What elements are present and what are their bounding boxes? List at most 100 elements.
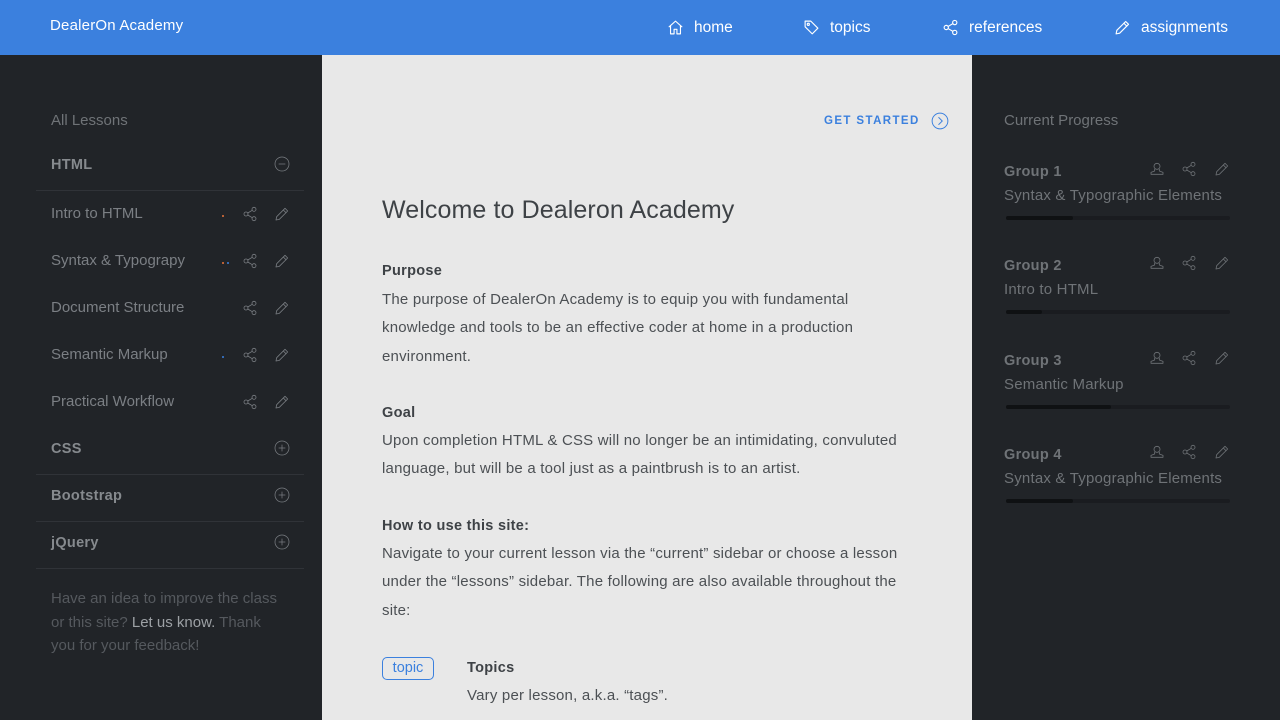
- nav-assignments[interactable]: assignments: [1114, 0, 1228, 55]
- purpose-text: The purpose of DealerOn Academy is to eq…: [382, 291, 854, 365]
- group-current-lesson: Syntax & Typographic Elements: [1004, 187, 1223, 204]
- pencil-icon[interactable]: [274, 206, 290, 222]
- share-icon: [942, 19, 959, 36]
- group-name: Group 3: [1004, 353, 1062, 369]
- section-title: Bootstrap: [51, 488, 123, 504]
- group-current-lesson: Semantic Markup: [1004, 376, 1124, 393]
- group-current-lesson: Syntax & Typographic Elements: [1004, 470, 1223, 487]
- progress-title: Current Progress: [1004, 112, 1119, 129]
- goal-heading: Goal: [382, 405, 416, 421]
- topic-dot: [222, 262, 224, 264]
- feedback-note: Have an idea to improve the class or thi…: [51, 587, 281, 658]
- progress-fill: [1006, 499, 1074, 503]
- pencil-icon[interactable]: [274, 394, 290, 410]
- share-icon[interactable]: [1181, 161, 1197, 177]
- lesson-item[interactable]: Semantic Markup: [51, 333, 304, 380]
- topic-tag[interactable]: topic: [382, 657, 434, 680]
- topics-text: Vary per lesson, a.k.a. “tags”.: [467, 687, 669, 704]
- share-icon[interactable]: [242, 253, 258, 269]
- lesson-label: Syntax & Typograpy: [51, 252, 185, 269]
- howto-text: Navigate to your current lesson via the …: [382, 545, 898, 619]
- nav-home-label: home: [694, 18, 733, 36]
- topic-dot: [222, 215, 224, 217]
- share-icon[interactable]: [1181, 350, 1197, 366]
- share-icon[interactable]: [1181, 255, 1197, 271]
- group-card[interactable]: Group 3 Semantic Markup: [1004, 346, 1234, 426]
- pencil-icon[interactable]: [1214, 255, 1230, 271]
- lesson-item[interactable]: Practical Workflow: [51, 380, 304, 427]
- purpose-heading: Purpose: [382, 263, 443, 279]
- section-title: HTML: [51, 157, 93, 173]
- section-title: jQuery: [51, 535, 99, 551]
- pencil-icon[interactable]: [274, 300, 290, 316]
- group-name: Group 1: [1004, 164, 1062, 180]
- collapse-icon[interactable]: [274, 156, 290, 172]
- nav-assignments-label: assignments: [1141, 18, 1229, 36]
- nav-home[interactable]: home: [667, 0, 733, 55]
- howto-heading: How to use this site:: [382, 518, 530, 534]
- section-bootstrap[interactable]: Bootstrap: [36, 475, 304, 522]
- expand-icon[interactable]: [274, 487, 290, 503]
- progress-fill: [1006, 310, 1042, 314]
- pencil-icon[interactable]: [1214, 444, 1230, 460]
- lesson-item[interactable]: Intro to HTML: [51, 192, 304, 239]
- progress-fill: [1006, 405, 1112, 409]
- progress-sidebar: Current Progress Group 1 Syntax & Typogr…: [972, 55, 1280, 720]
- pencil-icon[interactable]: [274, 347, 290, 363]
- user-icon[interactable]: [1149, 255, 1165, 271]
- section-css[interactable]: CSS: [36, 428, 304, 475]
- group-card[interactable]: Group 4 Syntax & Typographic Elements: [1004, 440, 1234, 520]
- lesson-label: Intro to HTML: [51, 205, 143, 222]
- nav-references[interactable]: references: [942, 0, 1042, 55]
- pencil-icon: [1114, 19, 1131, 36]
- lesson-label: Practical Workflow: [51, 393, 175, 410]
- progress-bar: [1006, 216, 1230, 220]
- brand-logo-text[interactable]: DealerOn Academy: [50, 17, 183, 34]
- goal-text: Upon completion HTML & CSS will no longe…: [382, 432, 897, 478]
- share-icon[interactable]: [242, 300, 258, 316]
- home-icon: [667, 19, 684, 36]
- progress-bar: [1006, 499, 1230, 503]
- nav-topics-label: topics: [830, 18, 871, 36]
- lesson-item[interactable]: Syntax & Typograpy: [51, 239, 304, 286]
- pencil-icon[interactable]: [1214, 161, 1230, 177]
- lesson-label: Document Structure: [51, 299, 185, 316]
- progress-bar: [1006, 310, 1230, 314]
- lesson-label: Semantic Markup: [51, 346, 168, 363]
- tag-icon: [803, 19, 820, 36]
- nav-topics[interactable]: topics: [803, 0, 871, 55]
- let-us-know-link[interactable]: Let us know.: [132, 614, 215, 631]
- get-started-label: GET STARTED: [824, 115, 920, 127]
- section-title: CSS: [51, 441, 82, 457]
- expand-icon[interactable]: [274, 440, 290, 456]
- get-started-button[interactable]: GET STARTED: [824, 112, 949, 130]
- pencil-icon[interactable]: [274, 253, 290, 269]
- share-icon[interactable]: [242, 394, 258, 410]
- nav-references-label: references: [969, 18, 1043, 36]
- group-current-lesson: Intro to HTML: [1004, 281, 1099, 298]
- user-icon[interactable]: [1149, 161, 1165, 177]
- progress-bar: [1006, 405, 1230, 409]
- section-html[interactable]: HTML: [36, 144, 304, 191]
- arrow-right-circle-icon: [931, 112, 949, 130]
- progress-fill: [1006, 216, 1074, 220]
- expand-icon[interactable]: [274, 534, 290, 550]
- user-icon[interactable]: [1149, 350, 1165, 366]
- group-name: Group 4: [1004, 447, 1062, 463]
- pencil-icon[interactable]: [1214, 350, 1230, 366]
- sidebar-title: All Lessons: [51, 112, 128, 129]
- group-name: Group 2: [1004, 258, 1062, 274]
- lesson-item[interactable]: Document Structure: [51, 286, 304, 333]
- main-content: GET STARTED Welcome to Dealeron Academy …: [322, 55, 972, 720]
- user-icon[interactable]: [1149, 444, 1165, 460]
- share-icon[interactable]: [242, 347, 258, 363]
- share-icon[interactable]: [1181, 444, 1197, 460]
- section-jquery[interactable]: jQuery: [36, 522, 304, 569]
- topic-dot: [222, 356, 224, 358]
- top-navbar: DealerOn Academy home topics references …: [0, 0, 1280, 55]
- group-card[interactable]: Group 1 Syntax & Typographic Elements: [1004, 157, 1234, 237]
- page-title: Welcome to Dealeron Academy: [382, 196, 735, 224]
- share-icon[interactable]: [242, 206, 258, 222]
- topic-dot: [227, 262, 229, 264]
- group-card[interactable]: Group 2 Intro to HTML: [1004, 251, 1234, 331]
